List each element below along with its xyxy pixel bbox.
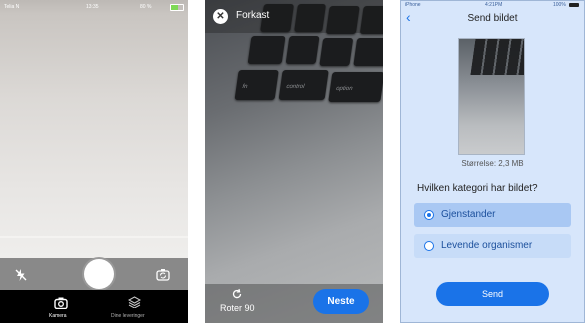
switch-camera-icon[interactable] bbox=[156, 268, 170, 284]
option-label: Gjenstander bbox=[441, 209, 496, 220]
keyboard-key-control: control bbox=[278, 70, 329, 100]
tab-bar bbox=[0, 290, 188, 323]
review-screen: fn control option ✕ Forkast Roter 90 Nes… bbox=[205, 0, 383, 323]
tab-deliveries[interactable] bbox=[127, 295, 143, 310]
carrier-label: iPhone bbox=[405, 2, 421, 8]
option-label: Levende organismer bbox=[441, 240, 533, 251]
thumbnail-keys bbox=[470, 39, 524, 75]
camera-icon bbox=[54, 297, 68, 310]
keyboard-key-option: option bbox=[328, 72, 383, 102]
category-question: Hvilken kategori har bildet? bbox=[417, 183, 538, 194]
key-label: control bbox=[285, 84, 305, 90]
keyboard-key-fn: fn bbox=[234, 70, 279, 100]
layers-icon bbox=[127, 296, 142, 309]
category-option-objects[interactable]: Gjenstander bbox=[414, 203, 571, 227]
clock-label: 4:21PM bbox=[485, 2, 503, 8]
radio-selected-icon[interactable] bbox=[424, 210, 434, 220]
flash-off-icon[interactable] bbox=[14, 268, 28, 285]
battery-label: 80 % bbox=[140, 4, 152, 10]
tab-camera[interactable] bbox=[54, 296, 69, 311]
next-button[interactable]: Neste bbox=[313, 289, 369, 314]
battery-icon bbox=[569, 3, 579, 7]
category-option-organisms[interactable]: Levende organismer bbox=[414, 234, 571, 258]
send-screen: iPhone 4:21PM 100% ‹ Send bildet Størrel… bbox=[400, 0, 585, 323]
tab-deliveries-label: Dine leveringer bbox=[111, 313, 145, 319]
status-bar: Telia N 13:35 80 % bbox=[0, 0, 188, 14]
battery-label: 100% bbox=[553, 2, 566, 8]
clock-label: 13:35 bbox=[86, 4, 99, 10]
discard-label[interactable]: Forkast bbox=[236, 10, 269, 21]
shutter-button[interactable] bbox=[84, 259, 114, 289]
key-label: fn bbox=[241, 84, 248, 90]
camera-screen: Telia N 13:35 80 % Kamera Dine leveringe… bbox=[0, 0, 188, 323]
battery-icon bbox=[170, 4, 184, 11]
carrier-label: Telia N bbox=[4, 4, 20, 10]
discard-button[interactable]: ✕ bbox=[213, 9, 228, 24]
status-bar: iPhone 4:21PM 100% bbox=[403, 1, 581, 9]
keyboard-key bbox=[285, 36, 320, 64]
rotate-icon[interactable] bbox=[231, 288, 243, 303]
file-size-label: Størrelse: 2,3 MB bbox=[461, 159, 524, 168]
photo-thumbnail bbox=[459, 39, 524, 154]
send-button[interactable]: Send bbox=[436, 282, 549, 306]
keyboard-key bbox=[247, 36, 286, 64]
page-title: Send bildet bbox=[467, 13, 518, 24]
close-icon: ✕ bbox=[216, 11, 225, 22]
rotate-button[interactable]: Roter 90 bbox=[220, 303, 255, 313]
viewfinder-edge bbox=[0, 236, 188, 238]
keyboard-key bbox=[319, 38, 354, 66]
review-top-bar bbox=[205, 0, 383, 33]
camera-viewfinder[interactable] bbox=[0, 14, 188, 258]
keyboard-key bbox=[353, 38, 383, 66]
tab-camera-label: Kamera bbox=[49, 313, 67, 319]
key-label: option bbox=[335, 86, 353, 92]
radio-unselected-icon[interactable] bbox=[424, 241, 434, 251]
